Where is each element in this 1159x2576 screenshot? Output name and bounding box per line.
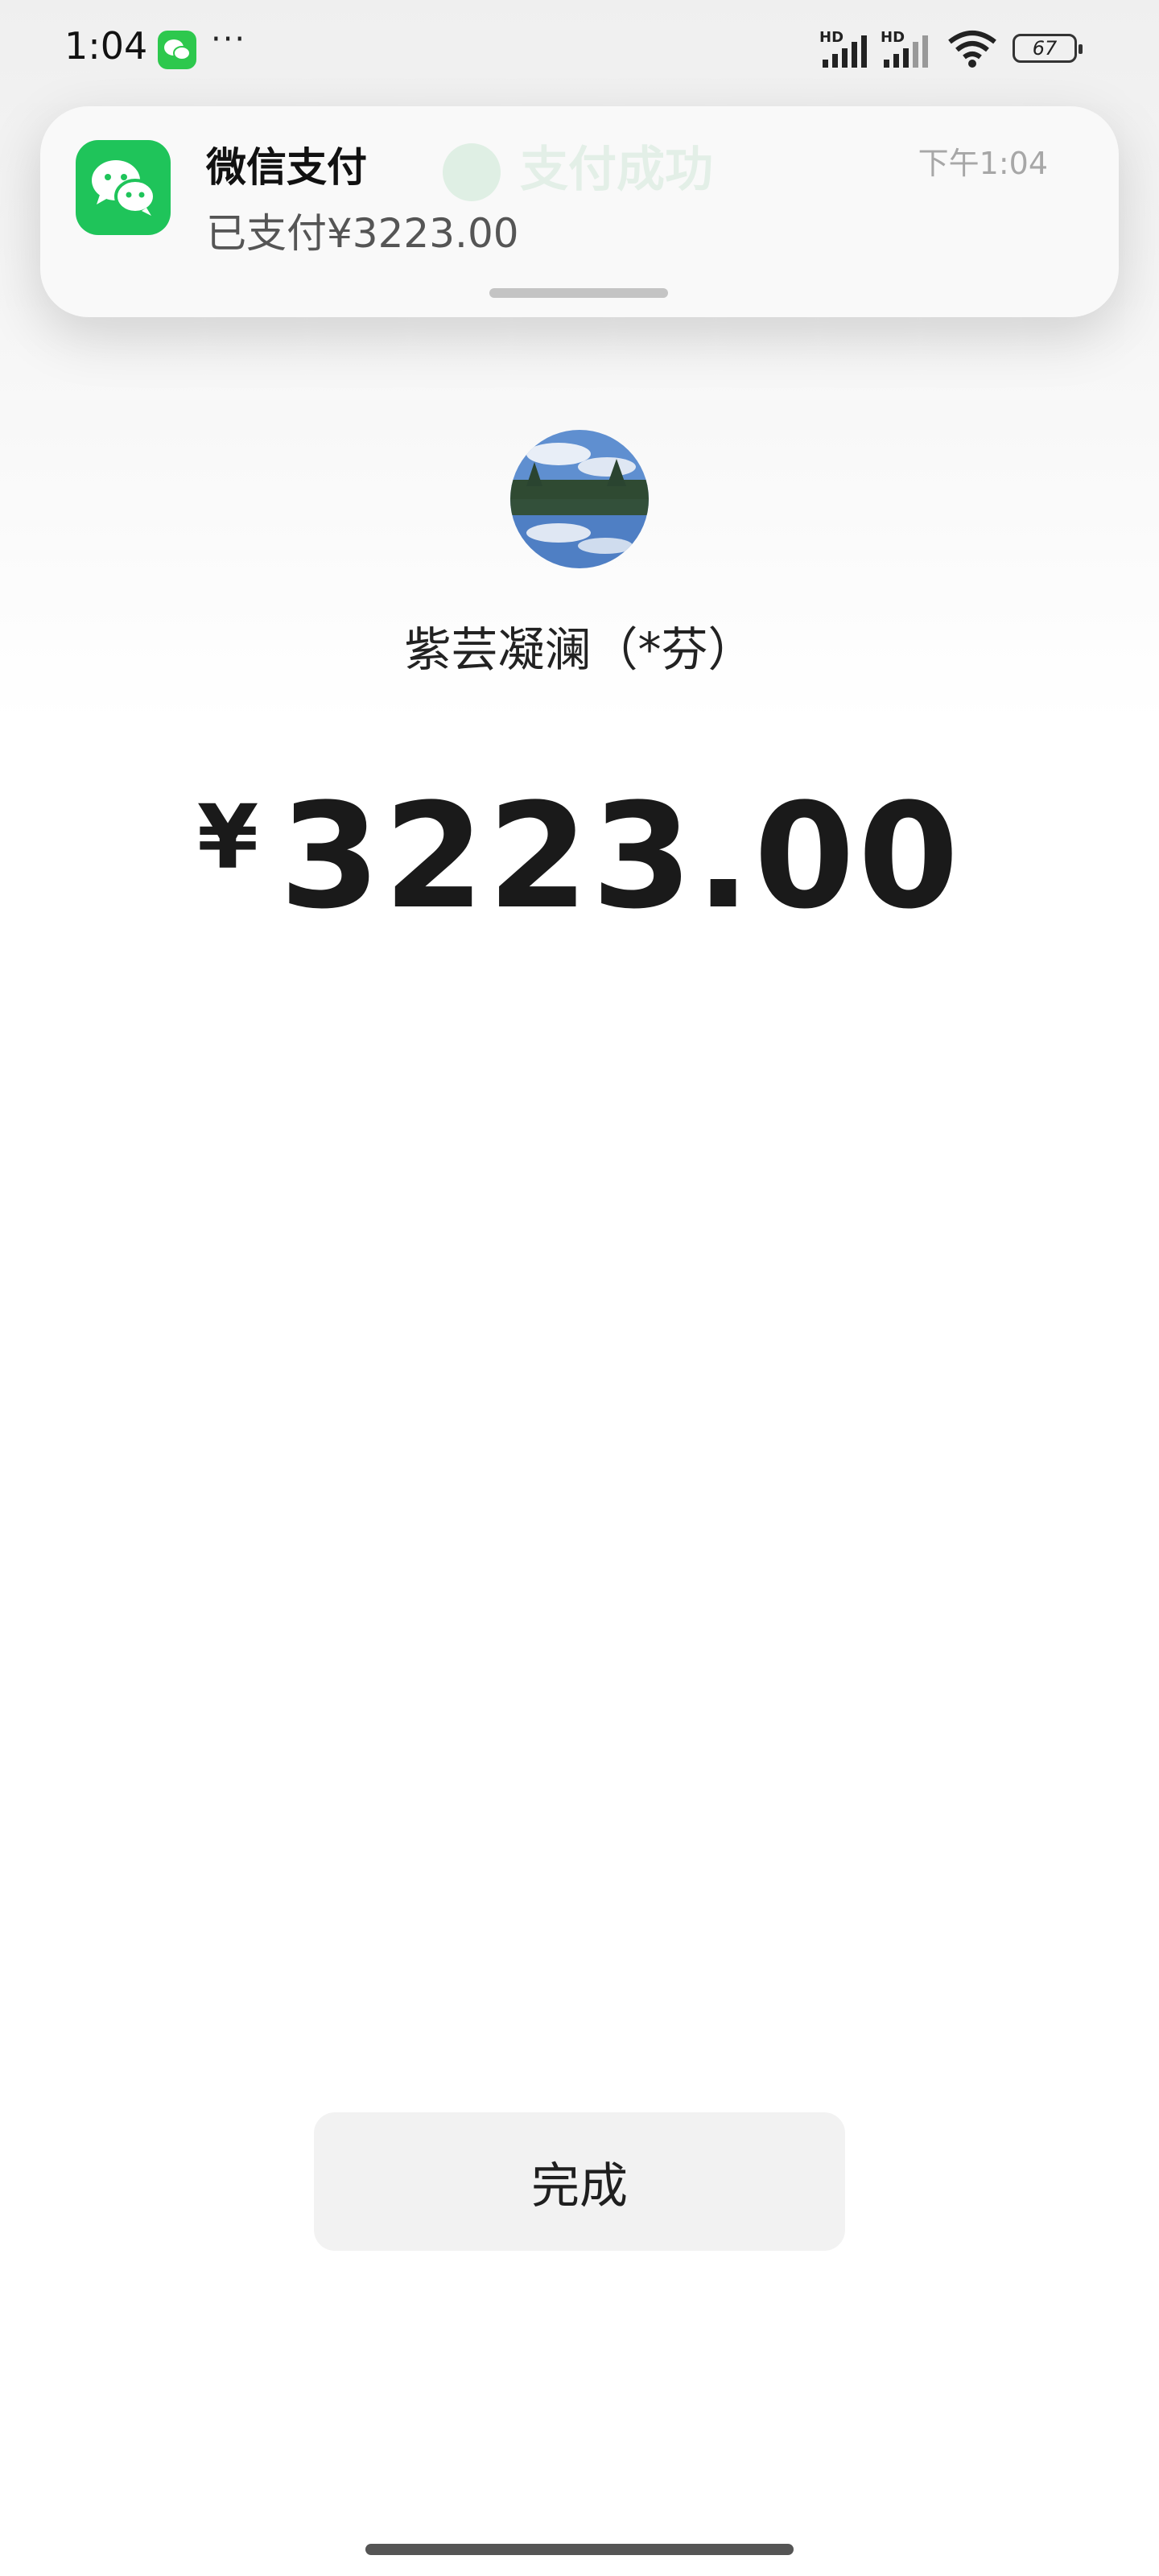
status-indicators: HD HD 67 (819, 27, 1093, 72)
currency-symbol: ¥ (196, 786, 259, 889)
notification-drag-handle[interactable] (489, 288, 668, 298)
payee-name: 紫芸凝澜（*芬） (404, 622, 755, 677)
signal-icon-2: HD (881, 29, 932, 74)
status-time: 1:04 (64, 24, 148, 68)
wifi-icon (947, 29, 998, 72)
notification-background-text: 支付成功 (443, 130, 713, 202)
home-indicator[interactable] (365, 2544, 794, 2555)
signal-hd-label-2: HD (881, 29, 905, 46)
wechat-app-icon (76, 140, 171, 235)
battery-icon: 67 (1013, 34, 1083, 63)
signal-icon: HD (819, 29, 871, 74)
more-notifications-icon: ··· (211, 21, 247, 58)
status-bar: 1:04 ··· HD HD 67 (0, 0, 1159, 97)
battery-level: 67 (1032, 37, 1058, 60)
amount-value: 3223.00 (279, 773, 963, 941)
payment-amount: ¥3223.00 (0, 773, 1159, 941)
notification-time: 下午1:04 (918, 146, 1048, 181)
wechat-status-icon (158, 31, 196, 69)
done-button[interactable]: 完成 (314, 2112, 845, 2251)
payee-avatar (510, 430, 649, 568)
signal-hd-label: HD (819, 29, 844, 46)
battery-tip (1079, 44, 1083, 54)
payment-notification[interactable]: 支付成功 微信支付 已支付¥3223.00 下午1:04 (40, 106, 1119, 317)
notification-title: 微信支付 (206, 144, 367, 191)
success-check-icon (443, 143, 501, 202)
notification-message: 已支付¥3223.00 (206, 210, 519, 257)
